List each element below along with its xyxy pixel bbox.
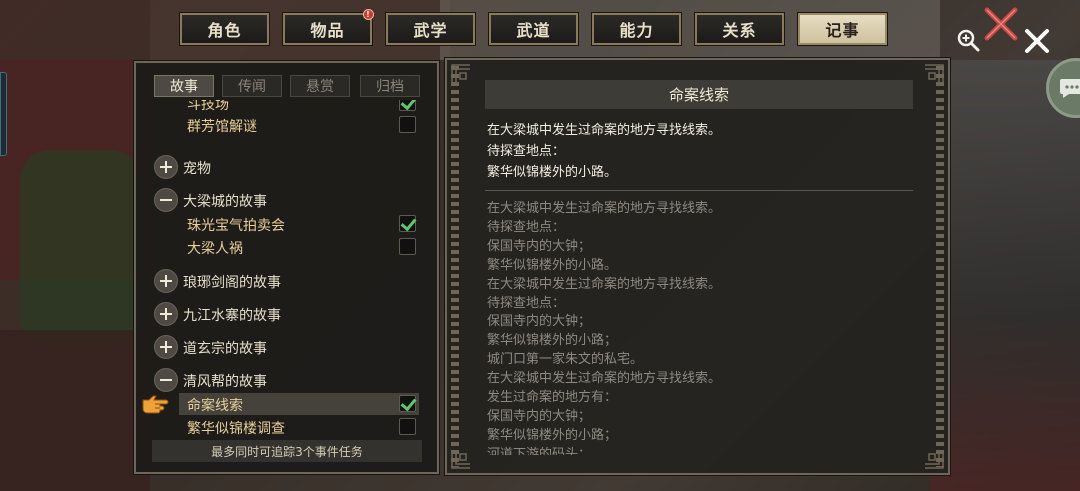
left-edge-handle[interactable] (0, 72, 7, 156)
tab-martial-arts[interactable]: 武学 (385, 12, 476, 46)
plus-icon[interactable] (154, 269, 178, 293)
tab-abilities[interactable]: 能力 (591, 12, 682, 46)
plus-icon[interactable] (154, 335, 178, 359)
checkmark-icon[interactable] (399, 395, 416, 412)
tab-journal[interactable]: 记事 (797, 12, 888, 46)
plus-icon[interactable] (154, 155, 178, 179)
quest-list-panel: 故事 传闻 悬赏 归档 斗技场 群芳馆解谜 宠物 大梁城的故事 珠光宝气拍卖会 … (133, 60, 440, 475)
corner-ornament (925, 64, 944, 83)
minus-icon[interactable] (154, 368, 178, 392)
crossed-swords-icon[interactable] (983, 6, 1019, 42)
tab-character[interactable]: 角色 (179, 12, 270, 46)
panel-border-ornament (936, 66, 944, 467)
checkmark-icon[interactable] (399, 215, 416, 232)
list-group[interactable]: 大梁城的故事 (152, 188, 422, 212)
list-item[interactable]: 斗技场 (152, 100, 422, 114)
list-group[interactable]: 道玄宗的故事 (152, 335, 422, 359)
list-group[interactable]: 琅琊剑阁的故事 (152, 269, 422, 293)
quest-list: 斗技场 群芳馆解谜 宠物 大梁城的故事 珠光宝气拍卖会 大梁人祸 琅琊剑阁的故事 (152, 100, 422, 445)
subtab-bounties[interactable]: 悬赏 (290, 75, 350, 97)
tab-items[interactable]: 物品! (282, 9, 374, 46)
list-item-selected[interactable]: 命案线索 (152, 393, 422, 415)
quest-history-log[interactable]: 在大梁城中发生过命案的地方寻找线索。 待探查地点： 保国寺内的大钟； 繁华似锦楼… (487, 200, 721, 455)
zoom-in-icon[interactable] (956, 28, 982, 54)
divider (485, 190, 913, 191)
track-checkbox[interactable] (399, 116, 416, 133)
panel-border-ornament (451, 66, 459, 467)
corner-ornament (925, 450, 944, 469)
list-item[interactable]: 群芳馆解谜 (152, 114, 422, 136)
pointing-hand-icon (141, 394, 169, 414)
quest-title: 命案线索 (485, 80, 913, 109)
list-group[interactable]: 清风帮的故事 (152, 368, 422, 392)
subtab-rumors[interactable]: 传闻 (222, 75, 282, 97)
list-item[interactable]: 大梁人祸 (152, 236, 422, 258)
current-objective: 在大梁城中发生过命案的地方寻找线索。 待探查地点： 繁华似锦楼外的小路。 (487, 123, 722, 180)
checkmark-icon[interactable] (399, 100, 416, 111)
subtab-archive[interactable]: 归档 (360, 75, 420, 97)
close-icon[interactable] (1022, 26, 1052, 56)
list-group[interactable]: 宠物 (152, 155, 422, 179)
tracking-limit-note: 最多同时可追踪3个事件任务 (152, 440, 422, 462)
subtab-story[interactable]: 故事 (154, 75, 214, 97)
notification-badge: ! (363, 9, 374, 20)
tab-relations[interactable]: 关系 (694, 12, 785, 46)
corner-ornament (451, 64, 470, 83)
corner-ornament (451, 450, 470, 469)
list-item[interactable]: 珠光宝气拍卖会 (152, 213, 422, 235)
track-checkbox[interactable] (399, 418, 416, 435)
list-group[interactable]: 九江水寨的故事 (152, 302, 422, 326)
list-item[interactable]: 繁华似锦楼调查 (152, 416, 422, 438)
track-checkbox[interactable] (399, 238, 416, 255)
tab-martial-way[interactable]: 武道 (488, 12, 579, 46)
plus-icon[interactable] (154, 302, 178, 326)
minus-icon[interactable] (154, 188, 178, 212)
quest-detail-panel: 命案线索 在大梁城中发生过命案的地方寻找线索。 待探查地点： 繁华似锦楼外的小路… (444, 57, 951, 476)
